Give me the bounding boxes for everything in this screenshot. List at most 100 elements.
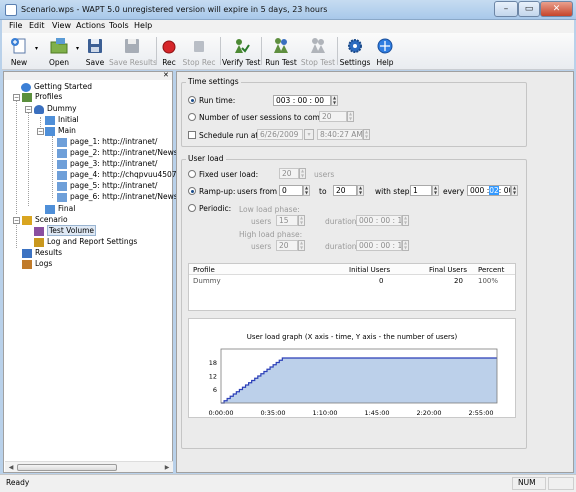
col-profile[interactable]: Profile (193, 266, 215, 274)
save-button[interactable]: Save (84, 35, 106, 68)
results-icon (22, 248, 32, 258)
ramp-step-spinner[interactable]: ▲ ▼ (432, 185, 439, 196)
x-tick-label: 2:55:00 (468, 409, 493, 417)
menu-help[interactable]: Help (134, 21, 152, 30)
ramp-every-spinner[interactable]: ▲ ▼ (511, 185, 518, 196)
num-lock-label: NUM (518, 478, 536, 487)
schedule-time-spinner[interactable]: ▲ ▼ (363, 129, 370, 140)
save-results-button[interactable]: Save Results (109, 35, 157, 68)
sessions-spinner[interactable]: ▲ ▼ (347, 111, 354, 122)
run-time-radio[interactable] (188, 96, 196, 104)
menu-view[interactable]: View (52, 21, 71, 30)
tree-item-initial[interactable]: Initial (45, 115, 79, 125)
tree-item-page[interactable]: page_6: http://intranet/News.a (57, 192, 185, 202)
ramp-to-input[interactable]: 20 (333, 185, 357, 196)
expand-toggle[interactable]: − (25, 106, 32, 113)
run-time-input[interactable]: 003 : 00 : 00 (273, 95, 331, 106)
close-button[interactable]: ✕ (540, 1, 573, 17)
help-button[interactable]: Help (373, 35, 397, 68)
tree-item-log-settings[interactable]: Log and Report Settings (34, 237, 137, 247)
tree-item-dummy[interactable]: Dummy (34, 104, 77, 114)
ramp-step-input[interactable]: 1 (410, 185, 432, 196)
menu-actions[interactable]: Actions (76, 21, 105, 30)
run-time-spinner[interactable]: ▲ ▼ (331, 95, 338, 106)
schedule-checkbox[interactable] (188, 131, 196, 139)
tree-item-main[interactable]: Main (45, 126, 76, 136)
schedule-date-input[interactable]: 6/26/2009 (257, 129, 303, 140)
ramp-up-radio[interactable] (188, 187, 196, 195)
col-percent[interactable]: Percent (478, 266, 504, 274)
high-users-spinner[interactable]: ▲ ▼ (298, 240, 305, 251)
stop-icon (194, 41, 204, 52)
fixed-load-radio[interactable] (188, 170, 196, 178)
user-load-graph: User load graph (X axis - time, Y axis -… (188, 318, 516, 418)
low-users-spinner[interactable]: ▲ ▼ (298, 215, 305, 226)
scroll-left-icon[interactable]: ◀ (6, 463, 16, 472)
load-area (221, 358, 497, 403)
test-volume-icon (34, 226, 44, 236)
schedule-time-input[interactable]: 8:40:27 AM (317, 129, 363, 140)
expand-toggle[interactable]: − (37, 128, 44, 135)
calendar-dropdown-icon[interactable]: ▾ (304, 129, 314, 140)
col-final-users[interactable]: Final Users (429, 266, 467, 274)
table-row[interactable]: Dummy 0 20 100% (189, 276, 515, 286)
tree-item-logs[interactable]: Logs (22, 259, 52, 269)
high-duration-input[interactable]: 000 : 00 : 10 (356, 240, 402, 251)
logs-icon (22, 259, 32, 269)
tree-item-final[interactable]: Final (45, 204, 75, 214)
maximize-button[interactable]: ▭ (518, 1, 540, 17)
save-results-icon (125, 39, 139, 53)
high-users-input[interactable]: 20 (276, 240, 298, 251)
settings-button[interactable]: Settings (339, 35, 371, 68)
verify-test-button[interactable]: Verify Test (222, 35, 260, 68)
toolbar-separator (220, 37, 221, 65)
periodic-radio[interactable] (188, 204, 196, 212)
fixed-load-spinner[interactable]: ▲ ▼ (299, 168, 306, 179)
fixed-load-input[interactable]: 20 (279, 168, 299, 179)
tree-item-page[interactable]: page_4: http://chqpvuu4507/cc (57, 170, 187, 180)
page-icon (57, 170, 67, 180)
menu-file[interactable]: File (9, 21, 22, 30)
title-bar: Scenario.wps - WAPT 5.0 unregistered ver… (0, 0, 576, 20)
tree-item-page[interactable]: page_2: http://intranet/News.a (57, 148, 185, 158)
close-pane-icon[interactable]: ✕ (163, 72, 169, 79)
new-button[interactable]: New (4, 35, 34, 68)
ramp-from-spinner[interactable]: ▲ ▼ (303, 185, 310, 196)
ramp-every-input[interactable]: 000 :02: 00 (467, 185, 511, 196)
ramp-to-spinner[interactable]: ▲ ▼ (357, 185, 364, 196)
menu-edit[interactable]: Edit (29, 21, 45, 30)
tree-item-page[interactable]: page_3: http://intranet/ (57, 159, 157, 169)
tree-item-results[interactable]: Results (22, 248, 62, 258)
stop-test-button[interactable]: Stop Test (300, 35, 336, 68)
open-button[interactable]: Open (44, 35, 74, 68)
tree-item-scenario[interactable]: Scenario (22, 215, 68, 225)
scrollbar-thumb[interactable] (17, 464, 117, 471)
ramp-from-input[interactable]: 0 (279, 185, 303, 196)
open-dropdown-icon[interactable]: ▾ (76, 45, 79, 52)
run-test-button[interactable]: Run Test (264, 35, 298, 68)
tree-item-profiles[interactable]: Profiles (22, 92, 62, 102)
tree-item-page[interactable]: page_1: http://intranet/ (57, 137, 157, 147)
high-duration-spinner[interactable]: ▲ ▼ (402, 240, 409, 251)
tree-item-test-volume[interactable]: Test Volume (34, 225, 97, 236)
minimize-button[interactable]: – (494, 1, 518, 17)
tree-item-getting-started[interactable]: Getting Started (21, 82, 92, 92)
stop-rec-button[interactable]: Stop Rec (182, 35, 216, 68)
new-dropdown-icon[interactable]: ▾ (35, 45, 38, 52)
scroll-right-icon[interactable]: ▶ (162, 463, 172, 472)
sessions-input[interactable]: 20 (319, 111, 347, 122)
expand-toggle[interactable]: − (13, 217, 20, 224)
branch-icon (45, 126, 55, 136)
expand-toggle[interactable]: − (13, 94, 20, 101)
menu-tools[interactable]: Tools (109, 21, 129, 30)
status-bar: Ready NUM (0, 474, 576, 492)
col-initial-users[interactable]: Initial Users (349, 266, 390, 274)
toolbar-separator (337, 37, 338, 65)
sessions-radio[interactable] (188, 113, 196, 121)
tree-item-page[interactable]: page_5: http://intranet/ (57, 181, 157, 191)
horizontal-scrollbar[interactable]: ◀ ▶ (5, 461, 173, 472)
low-duration-input[interactable]: 000 : 00 : 10 (356, 215, 402, 226)
low-users-input[interactable]: 15 (276, 215, 298, 226)
rec-button[interactable]: Rec (159, 35, 179, 68)
low-duration-spinner[interactable]: ▲ ▼ (402, 215, 409, 226)
